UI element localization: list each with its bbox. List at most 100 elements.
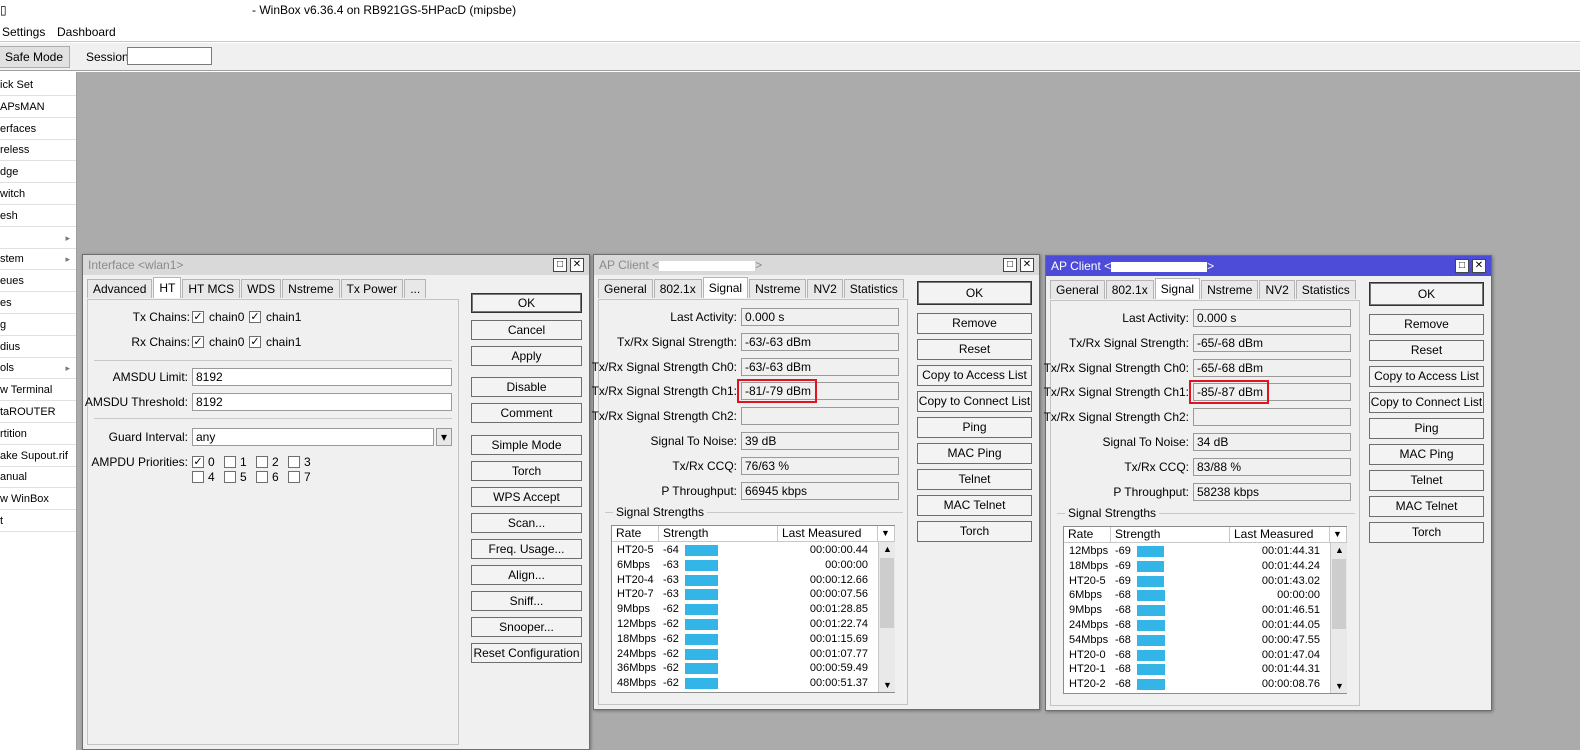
table-row[interactable]: 24Mbps -68 00:01:44.05 [1064,618,1330,633]
sidebar-item[interactable]: esh [0,205,76,227]
comment-button[interactable]: Comment [471,403,582,423]
tx-chain1-checkbox[interactable]: ✓ [249,311,261,323]
rx-chain1-checkbox[interactable]: ✓ [249,336,261,348]
sidebar-item[interactable]: eues [0,270,76,293]
tab-advanced[interactable]: Advanced [87,279,153,298]
sidebar-item[interactable]: w Terminal [0,379,76,402]
tab-signal[interactable]: Signal [1154,278,1201,299]
cancel-button[interactable]: Cancel [471,320,582,340]
ampdu-4-checkbox[interactable] [192,471,204,483]
rx-chain0-checkbox[interactable]: ✓ [192,336,204,348]
ampdu-6-checkbox[interactable] [256,471,268,483]
telnet-button[interactable]: Telnet [917,469,1032,490]
table-row[interactable]: 36Mbps -62 00:00:59.49 [612,661,878,676]
torch-button[interactable]: Torch [1369,522,1484,543]
table-row[interactable]: 18Mbps -69 00:01:44.24 [1064,559,1330,574]
tab-ht[interactable]: HT [153,277,182,298]
tab-ht-mcs[interactable]: HT MCS [182,279,241,298]
sidebar-item[interactable]: es [0,292,76,314]
snooper-button[interactable]: Snooper... [471,617,582,637]
table-row[interactable]: 6Mbps -63 00:00:00 [612,558,878,573]
tab-statistics[interactable]: Statistics [1295,280,1356,299]
column-chooser-icon[interactable]: ▼ [1330,527,1347,543]
tab-nv2[interactable]: NV2 [807,279,843,298]
tab-more[interactable]: ... [404,279,427,298]
sidebar-item[interactable]: w WinBox [0,488,76,511]
freq-usage-button[interactable]: Freq. Usage... [471,539,582,559]
amsdu-limit-input[interactable]: 8192 [192,368,452,386]
close-icon[interactable]: ✕ [1020,258,1034,272]
ampdu-1-checkbox[interactable] [224,456,236,468]
telnet-button[interactable]: Telnet [1369,470,1484,491]
table-row[interactable]: HT20-0 -68 00:01:47.04 [1064,648,1330,663]
sidebar-item[interactable]: t [0,510,76,532]
close-icon[interactable]: ✕ [570,258,584,272]
tab-signal[interactable]: Signal [702,277,749,298]
reset-button[interactable]: Reset [917,339,1032,360]
sidebar-item[interactable]: ake Supout.rif [0,445,76,467]
ok-button[interactable]: OK [1369,282,1484,306]
sidebar-item[interactable]: witch [0,183,76,205]
scroll-thumb[interactable] [1332,559,1346,629]
guard-interval-select[interactable]: any [192,428,434,446]
tab-802-1x[interactable]: 802.1x [653,279,702,298]
mac-ping-button[interactable]: MAC Ping [1369,444,1484,465]
sidebar-item[interactable]: erfaces [0,118,76,140]
sniff-button[interactable]: Sniff... [471,591,582,611]
dropdown-arrow-icon[interactable]: ▾ [436,428,452,446]
sidebar-item[interactable]: taROUTER [0,401,76,423]
remove-button[interactable]: Remove [1369,314,1484,335]
table-row[interactable]: 6Mbps -68 00:00:00 [1064,588,1330,603]
sidebar-item[interactable]: ▸ [0,227,76,249]
tab-tx-power[interactable]: Tx Power [340,279,404,298]
tab-statistics[interactable]: Statistics [843,279,904,298]
table-scrollbar[interactable]: ▲ ▼ [1330,543,1347,693]
copy-to-access-list-button[interactable]: Copy to Access List [1369,366,1484,387]
sidebar-item[interactable]: ick Set [0,74,76,96]
disable-button[interactable]: Disable [471,377,582,397]
table-row[interactable]: 54Mbps -68 00:00:47.55 [1064,633,1330,648]
amsdu-threshold-input[interactable]: 8192 [192,393,452,411]
session-input[interactable] [127,47,212,65]
ping-button[interactable]: Ping [1369,418,1484,439]
scroll-up-icon[interactable]: ▲ [883,544,892,554]
tab-wds[interactable]: WDS [241,279,282,298]
torch-button[interactable]: Torch [471,461,582,481]
sidebar-item[interactable]: rtition [0,423,76,445]
tab-nstreme[interactable]: Nstreme [1201,280,1259,299]
copy-to-access-list-button[interactable]: Copy to Access List [917,365,1032,386]
menu-settings[interactable]: Settings [2,25,45,39]
sidebar-item[interactable]: dius [0,336,76,358]
wps-accept-button[interactable]: WPS Accept [471,487,582,507]
copy-to-connect-list-button[interactable]: Copy to Connect List [1369,392,1484,413]
column-header-rate[interactable]: Rate [1064,527,1111,543]
tab-nv2[interactable]: NV2 [1259,280,1295,299]
table-row[interactable]: 12Mbps -69 00:01:44.31 [1064,544,1330,559]
reset-button[interactable]: Reset [1369,340,1484,361]
ok-button[interactable]: OK [917,281,1032,305]
tab-nstreme[interactable]: Nstreme [282,279,340,298]
tx-chain0-checkbox[interactable]: ✓ [192,311,204,323]
sidebar-item[interactable]: reless [0,139,76,162]
maximize-icon[interactable]: □ [1003,258,1017,272]
sidebar-item[interactable]: anual [0,466,76,489]
ping-button[interactable]: Ping [917,417,1032,438]
column-header-last-measured[interactable]: Last Measured [1230,527,1330,543]
sidebar-item[interactable]: stem ▸ [0,248,76,271]
align-button[interactable]: Align... [471,565,582,585]
remove-button[interactable]: Remove [917,313,1032,334]
apply-button[interactable]: Apply [471,346,582,366]
menu-dashboard[interactable]: Dashboard [57,25,116,39]
torch-button[interactable]: Torch [917,521,1032,542]
ampdu-3-checkbox[interactable] [288,456,300,468]
copy-to-connect-list-button[interactable]: Copy to Connect List [917,391,1032,412]
scroll-down-icon[interactable]: ▼ [883,680,892,690]
tab-general[interactable]: General [598,279,653,298]
sidebar-item[interactable]: dge [0,161,76,184]
scan-button[interactable]: Scan... [471,513,582,533]
close-icon[interactable]: ✕ [1472,259,1486,273]
ok-button[interactable]: OK [471,293,582,313]
table-scrollbar[interactable]: ▲ ▼ [878,542,895,692]
maximize-icon[interactable]: □ [553,258,567,272]
column-chooser-icon[interactable]: ▼ [878,526,895,542]
